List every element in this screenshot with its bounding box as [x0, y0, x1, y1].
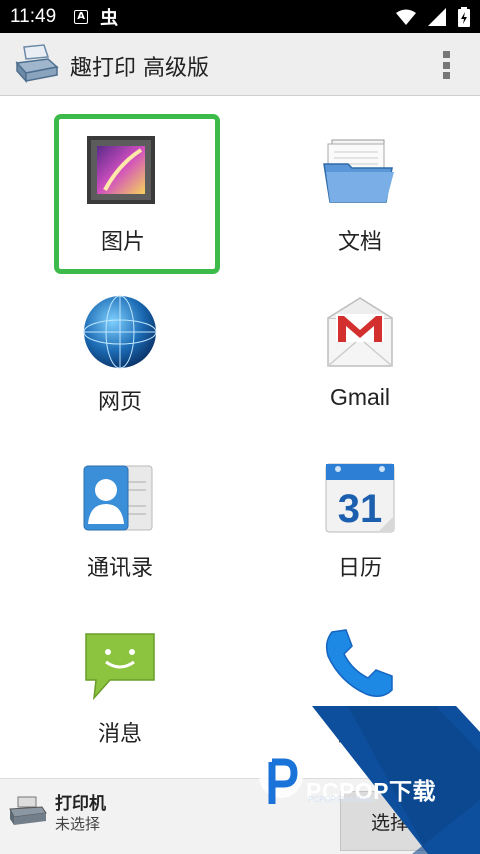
app-title: 趣打印 高级版: [70, 56, 209, 81]
tile-label: Gmail: [329, 384, 391, 410]
contacts-icon: [83, 465, 153, 531]
calendar-icon: 31: [325, 463, 395, 533]
globe-icon: [83, 295, 157, 369]
tile-label: 日历: [337, 556, 382, 581]
battery-icon: [458, 6, 470, 27]
source-grid: 图片 文档 网页 Gmail 通讯录 31 日历 消息 通话: [0, 100, 480, 780]
printer-status: 未选择: [55, 815, 101, 833]
printer-title: 打印机: [55, 794, 106, 814]
phone-icon: [325, 629, 393, 697]
status-icons: [396, 6, 470, 27]
tile-label: 通讯录: [86, 556, 153, 581]
notification-a-icon: A: [74, 9, 89, 24]
signal-icon: [428, 7, 446, 26]
tile-contacts[interactable]: 通讯录: [0, 432, 240, 598]
tile-messages[interactable]: 消息: [0, 598, 240, 764]
tile-label: 网页: [97, 390, 142, 415]
menu-dot: [442, 61, 450, 69]
tile-web[interactable]: 网页: [0, 266, 240, 432]
app-bar: 趣打印 高级版: [0, 33, 480, 96]
notification-bug-icon: 虫: [100, 7, 119, 29]
status-time: 11:49: [10, 5, 57, 27]
tile-label: 消息: [97, 722, 142, 747]
tile-pictures[interactable]: 图片: [0, 100, 240, 274]
gmail-icon: [327, 297, 393, 367]
message-icon: [85, 633, 155, 701]
menu-dot: [442, 51, 450, 58]
printer-logo-icon: [15, 44, 59, 83]
select-printer-button[interactable]: 选择: [340, 791, 440, 851]
tile-calendar[interactable]: 31 日历: [240, 432, 480, 598]
calendar-day: 31: [338, 487, 383, 531]
tile-label: 通话: [337, 722, 382, 747]
printer-bar: 打印机 未选择 选择: [0, 778, 480, 854]
tile-gmail[interactable]: Gmail: [240, 266, 480, 432]
selection-highlight: [54, 114, 220, 274]
status-bar: 11:49 A 虫: [0, 0, 480, 33]
wifi-icon: [396, 9, 416, 25]
tile-documents[interactable]: 文档: [240, 100, 480, 266]
tile-phone[interactable]: 通话: [240, 598, 480, 764]
overflow-menu-button[interactable]: [442, 51, 450, 79]
printer-icon: [9, 796, 47, 825]
menu-dot: [442, 72, 450, 79]
tile-label: 文档: [337, 230, 382, 255]
folder-icon: [323, 139, 394, 203]
